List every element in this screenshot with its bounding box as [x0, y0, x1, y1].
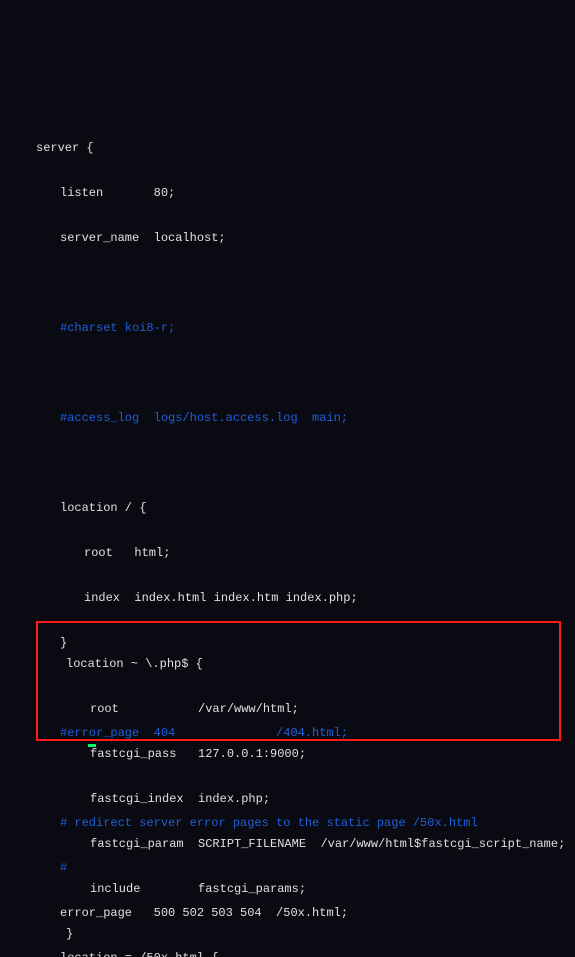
code-line: include fastcgi_params;: [38, 882, 559, 897]
code-line: root html;: [0, 546, 575, 561]
terminal-cursor-icon: [88, 744, 96, 747]
code-line: }: [38, 927, 559, 942]
nginx-config-code: server { listen 80; server_name localhos…: [0, 60, 575, 957]
code-line: index index.html index.htm index.php;: [0, 591, 575, 606]
code-line: listen 80;: [0, 186, 575, 201]
code-line: error_page 500 502 503 504 /50x.html;: [0, 906, 575, 921]
code-line-comment: #charset koi8-r;: [0, 321, 575, 336]
highlighted-php-location-block: location ~ \.php$ { root /var/www/html; …: [36, 621, 561, 741]
code-line-comment: # redirect server error pages to the sta…: [0, 816, 575, 831]
code-line: server {: [0, 141, 575, 156]
code-line: location ~ \.php$ {: [38, 657, 559, 672]
code-line: fastcgi_index index.php;: [38, 792, 559, 807]
code-line: location / {: [0, 501, 575, 516]
code-line: fastcgi_pass 127.0.0.1:9000;: [38, 747, 559, 762]
code-line-comment: #: [0, 861, 575, 876]
code-line: server_name localhost;: [0, 231, 575, 246]
code-line: root /var/www/html;: [38, 702, 559, 717]
code-line: fastcgi_param SCRIPT_FILENAME /var/www/h…: [38, 837, 559, 852]
code-line: location = /50x.html {: [0, 951, 575, 957]
code-line-comment: #access_log logs/host.access.log main;: [0, 411, 575, 426]
